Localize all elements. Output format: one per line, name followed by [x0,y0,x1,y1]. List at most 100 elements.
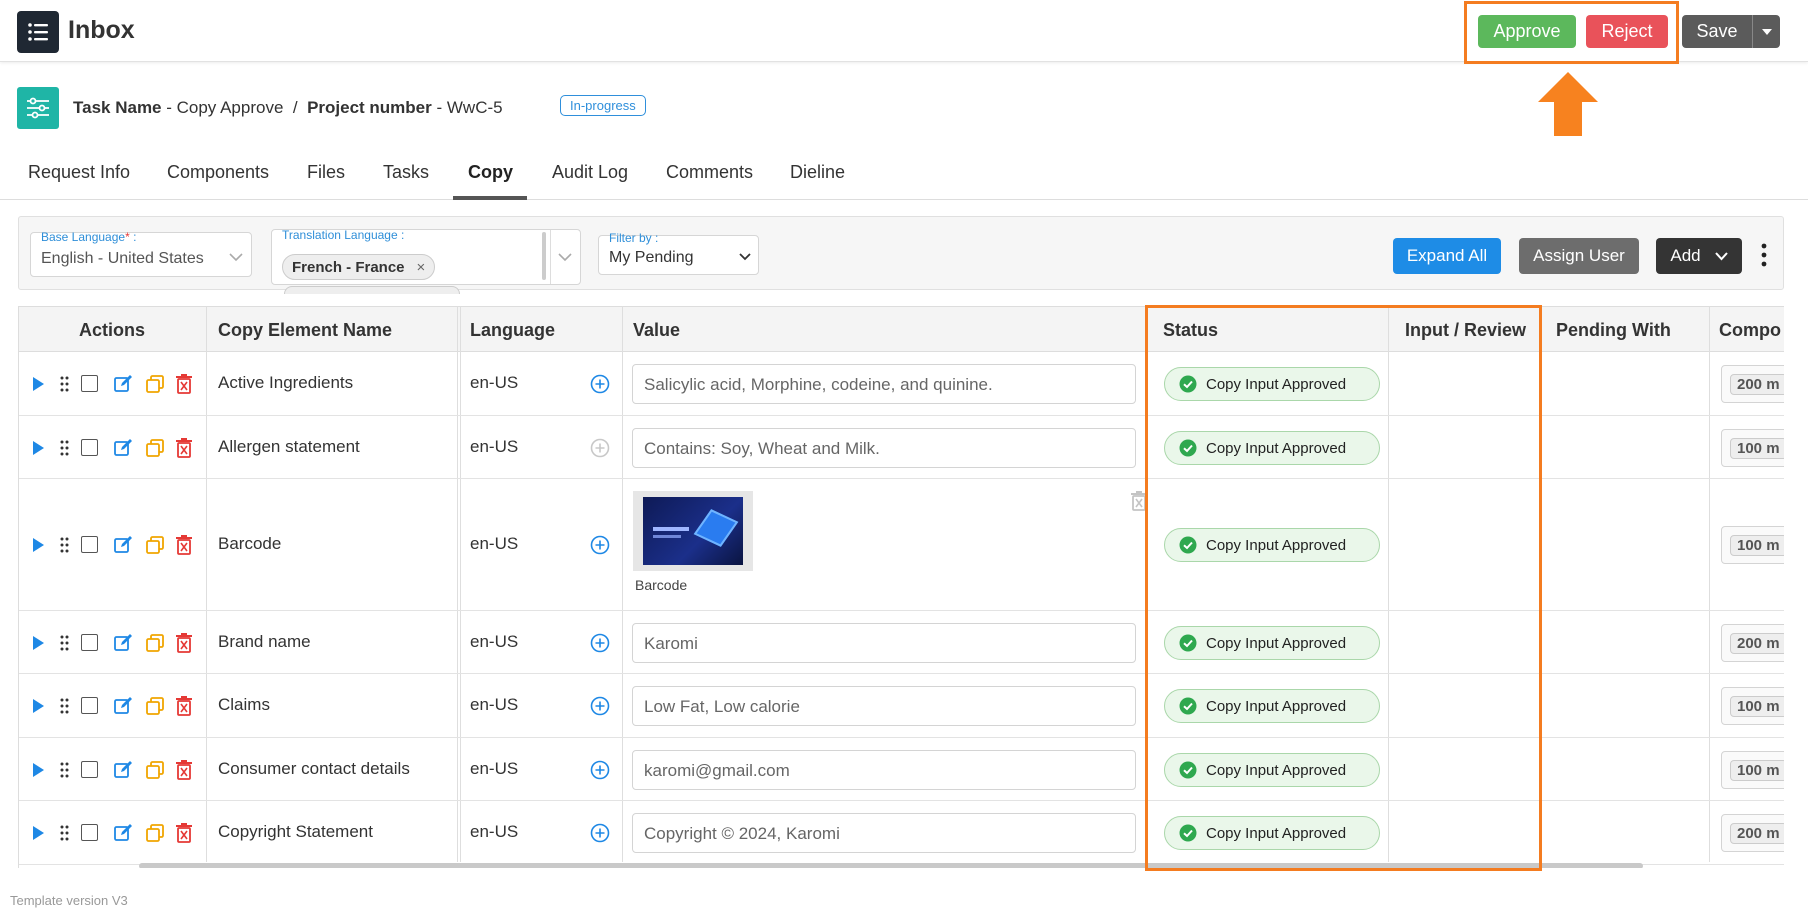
expand-row-icon[interactable] [31,537,45,553]
copy-icon[interactable] [145,760,165,780]
filter-by-select[interactable]: Filter by : My Pending [598,231,759,275]
reject-button[interactable]: Reject [1586,15,1668,48]
component-input[interactable]: 200 m [1721,624,1784,662]
delete-icon[interactable] [175,696,193,716]
value-input[interactable]: Low Fat, Low calorie [632,686,1136,726]
row-checkbox[interactable] [81,439,98,456]
component-input[interactable]: 100 m [1721,751,1784,789]
row-checkbox[interactable] [81,375,98,392]
value-input[interactable]: karomi@gmail.com [632,750,1136,790]
copy-icon[interactable] [145,633,165,653]
add-translation-icon[interactable] [590,696,610,716]
save-button[interactable]: Save [1682,15,1752,48]
drag-handle-icon[interactable] [60,537,69,553]
copy-icon[interactable] [145,696,165,716]
edit-icon[interactable] [113,696,133,716]
component-input[interactable]: 200 m [1721,365,1784,403]
drag-handle-icon[interactable] [60,440,69,456]
add-translation-icon[interactable] [590,438,610,458]
edit-icon[interactable] [113,535,133,555]
delete-icon[interactable] [175,374,193,394]
menu-list-icon[interactable] [17,11,59,53]
delete-icon[interactable] [175,760,193,780]
component-input[interactable]: 200 m [1721,814,1784,852]
tab-copy[interactable]: Copy [468,162,513,183]
component-input[interactable]: 100 m [1721,526,1784,564]
expand-row-icon[interactable] [31,635,45,651]
row-checkbox[interactable] [81,536,98,553]
expand-row-icon[interactable] [31,440,45,456]
assign-user-button[interactable]: Assign User [1519,238,1639,274]
translation-language-select[interactable]: Translation Language : French - France × [271,228,581,294]
value-input[interactable]: Contains: Soy, Wheat and Milk. [632,428,1136,468]
tab-request-info[interactable]: Request Info [28,162,130,183]
copy-icon[interactable] [145,823,165,843]
drag-handle-icon[interactable] [60,762,69,778]
component-input[interactable]: 100 m [1721,687,1784,725]
value-input[interactable]: Salicylic acid, Morphine, codeine, and q… [632,364,1136,404]
add-translation-icon[interactable] [590,535,610,555]
delete-icon[interactable] [175,633,193,653]
add-button[interactable]: Add [1656,238,1742,274]
row-checkbox[interactable] [81,761,98,778]
chip-remove-icon[interactable]: × [417,259,426,276]
column-header-pending-with[interactable]: Pending With [1556,320,1671,341]
row-checkbox[interactable] [81,634,98,651]
column-header-language[interactable]: Language [470,320,555,341]
chip-scrollbar[interactable] [542,232,546,280]
expand-row-icon[interactable] [31,825,45,841]
task-name-value: Copy Approve [176,98,284,117]
base-language-value: English - United States [41,250,204,267]
tab-comments[interactable]: Comments [666,162,753,183]
drag-handle-icon[interactable] [60,825,69,841]
chevron-down-icon[interactable] [558,253,572,262]
expand-all-button[interactable]: Expand All [1393,238,1501,274]
row-checkbox[interactable] [81,824,98,841]
component-value: 200 m [1730,823,1784,844]
approve-button[interactable]: Approve [1478,15,1576,48]
delete-icon[interactable] [175,438,193,458]
edit-icon[interactable] [113,633,133,653]
row-checkbox[interactable] [81,697,98,714]
expand-row-icon[interactable] [31,698,45,714]
expand-row-icon[interactable] [31,376,45,392]
delete-icon[interactable] [175,823,193,843]
more-options-icon[interactable] [1759,241,1769,269]
tab-audit-log[interactable]: Audit Log [552,162,628,183]
save-dropdown-toggle[interactable] [1752,15,1780,48]
tab-tasks[interactable]: Tasks [383,162,429,183]
add-translation-icon[interactable] [590,374,610,394]
tab-dieline[interactable]: Dieline [790,162,845,183]
barcode-image-thumbnail[interactable] [633,491,753,571]
edit-icon[interactable] [113,760,133,780]
tab-components[interactable]: Components [167,162,269,183]
copy-icon[interactable] [145,438,165,458]
value-input[interactable]: Karomi [632,623,1136,663]
add-translation-icon[interactable] [590,823,610,843]
language-chip[interactable]: French - France × [282,254,436,280]
value-input[interactable]: Copyright © 2024, Karomi [632,813,1136,853]
add-button-label: Add [1670,246,1701,265]
component-value: 200 m [1730,374,1784,395]
edit-icon[interactable] [113,823,133,843]
copy-element-name: Consumer contact details [218,759,410,778]
edit-icon[interactable] [113,374,133,394]
drag-handle-icon[interactable] [60,376,69,392]
add-translation-icon[interactable] [590,633,610,653]
tab-files[interactable]: Files [307,162,345,183]
active-tab-indicator [453,196,527,200]
base-language-select[interactable]: Base Language* : English - United States [30,230,252,277]
copy-icon[interactable] [145,535,165,555]
expand-row-icon[interactable] [31,762,45,778]
add-translation-icon[interactable] [590,760,610,780]
drag-handle-icon[interactable] [60,698,69,714]
edit-icon[interactable] [113,438,133,458]
drag-handle-icon[interactable] [60,635,69,651]
column-header-copy-element-name[interactable]: Copy Element Name [218,320,392,341]
copy-icon[interactable] [145,374,165,394]
column-header-component[interactable]: Compo [1719,320,1781,341]
component-input[interactable]: 100 m [1721,429,1784,467]
delete-icon[interactable] [175,535,193,555]
language-code: en-US [470,534,519,553]
column-header-value[interactable]: Value [633,320,680,341]
